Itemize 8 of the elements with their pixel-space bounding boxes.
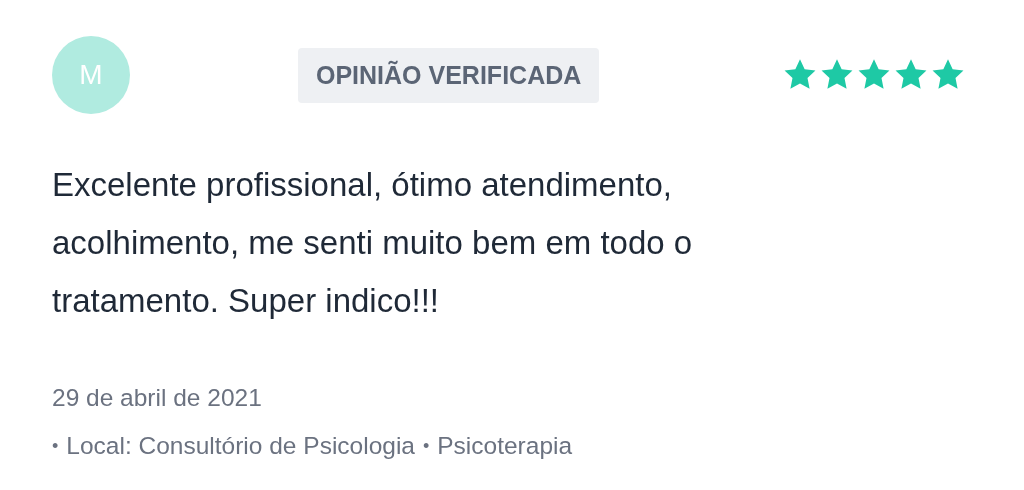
- detail-text: Local: Consultório de Psicologia: [66, 432, 415, 460]
- detail-text: Psicoterapia: [437, 432, 573, 460]
- review-date: 29 de abril de 2021: [52, 384, 263, 412]
- bullet-separator: •: [52, 435, 59, 457]
- review-text: Excelente profissional, ótimo atendimento, acolhimento, me senti muito bem em todo o tratamento. Super indico!!!: [52, 165, 694, 321]
- bullet-separator: •: [422, 435, 430, 457]
- verified-badge: OPINIÃO VERIFICADA: [298, 47, 600, 103]
- avatar: M: [52, 36, 130, 114]
